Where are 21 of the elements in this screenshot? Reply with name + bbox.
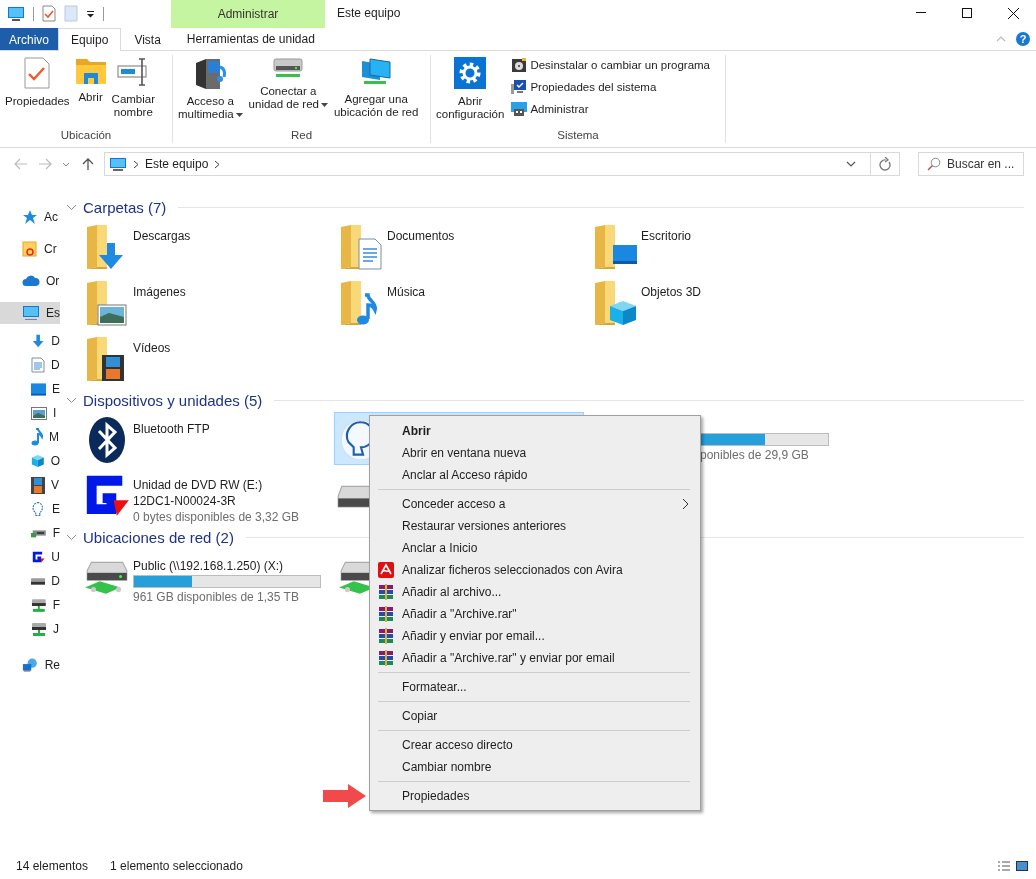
- selection-count: 1 elemento seleccionado: [110, 859, 243, 873]
- item-name: Música: [387, 285, 425, 299]
- item-name: Bluetooth FTP: [133, 422, 210, 436]
- window-title: Este equipo: [336, 5, 401, 20]
- item-name: Vídeos: [133, 341, 171, 355]
- free-space-text: 0 bytes disponibles de 3,32 GB: [133, 510, 300, 524]
- ribbon-group-label: Red: [289, 129, 314, 143]
- ribbon-group-label: Sistema: [556, 129, 600, 143]
- item-count: 14 elementos: [16, 859, 89, 873]
- contextual-tab-header: Administrar: [171, 0, 325, 28]
- item-name: Public (\\192.168.1.250) (X:): [133, 559, 285, 573]
- item-name: Descargas: [133, 229, 191, 243]
- item-name: Objetos 3D: [641, 285, 702, 299]
- item-name: Escritorio: [641, 229, 691, 243]
- item-name: Unidad de DVD RW (E:): [133, 478, 264, 492]
- free-space-text: 961 GB disponibles de 1,35 TB: [133, 590, 300, 604]
- item-name: Documentos: [387, 229, 455, 243]
- free-space-text: ponibles de 29,9 GB: [699, 448, 810, 462]
- volume-label: 12DC1-N00024-3R: [133, 494, 237, 508]
- ribbon-group-label: Ubicación: [59, 129, 113, 143]
- item-name: Imágenes: [133, 285, 186, 299]
